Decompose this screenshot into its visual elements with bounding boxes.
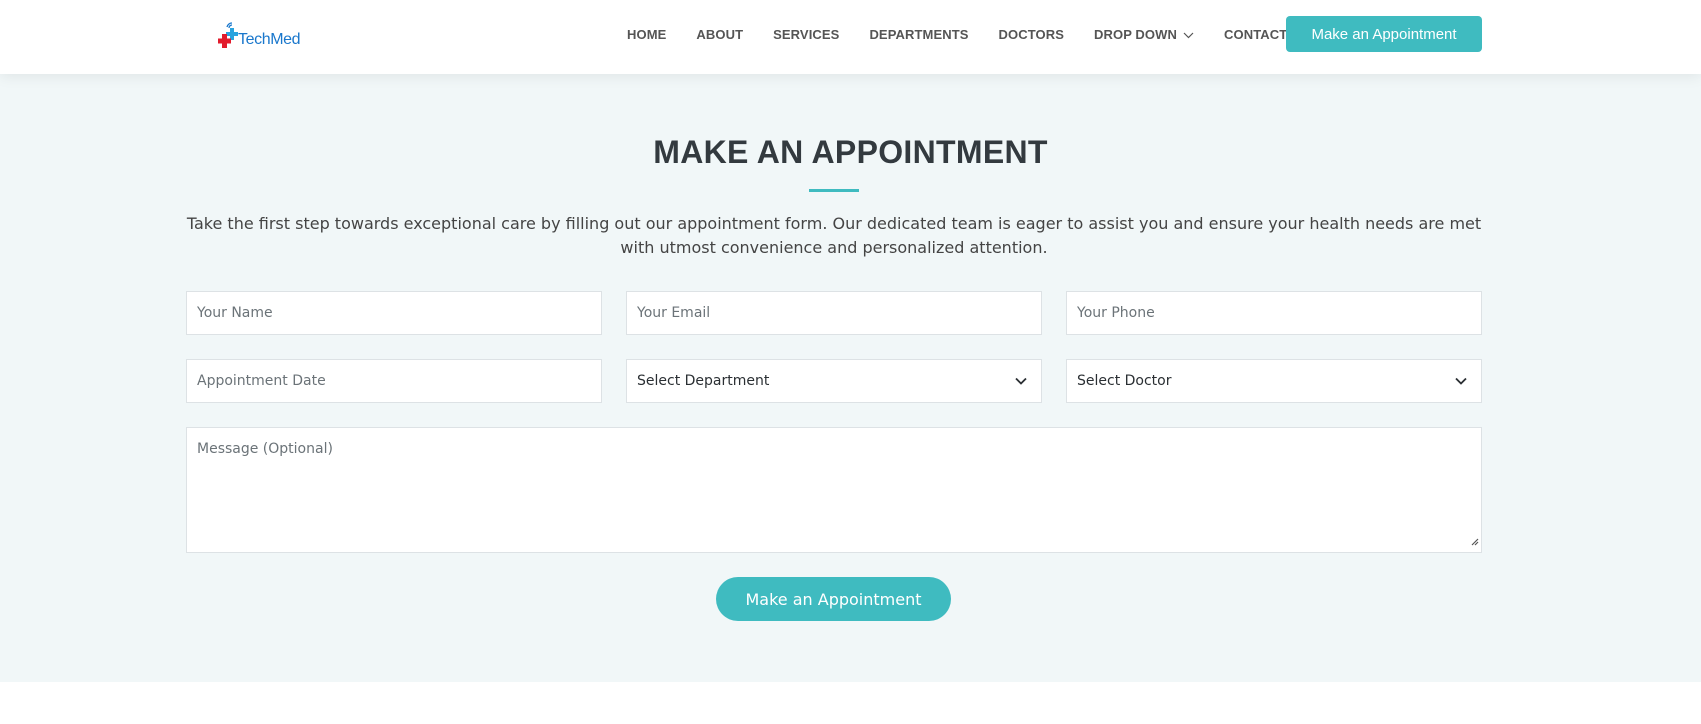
nav-contact[interactable]: CONTACT bbox=[1224, 27, 1287, 42]
chevron-down-icon bbox=[1015, 373, 1027, 389]
nav-contact-label: CONTACT bbox=[1224, 26, 1288, 42]
appointment-section: MAKE AN APPOINTMENT Take the first step … bbox=[0, 68, 1701, 682]
nav-departments[interactable]: DEPARTMENTS bbox=[869, 27, 968, 42]
chevron-down-icon bbox=[1183, 27, 1194, 42]
nav-doctors-label: DOCTORS bbox=[998, 26, 1064, 42]
appointment-date-input[interactable]: Appointment Date bbox=[186, 359, 602, 403]
nav-departments-label: DEPARTMENTS bbox=[869, 26, 969, 42]
nav-services[interactable]: SERVICES bbox=[773, 27, 839, 42]
message-placeholder: Message (Optional) bbox=[197, 441, 333, 457]
logo[interactable]: TechMed bbox=[218, 18, 301, 50]
doctor-select-value: Select Doctor bbox=[1077, 373, 1172, 389]
section-title: MAKE AN APPOINTMENT bbox=[653, 134, 1048, 170]
message-textarea[interactable]: Message (Optional) bbox=[186, 427, 1482, 553]
logo-text: TechMed bbox=[238, 31, 301, 48]
nav-about-label: ABOUT bbox=[696, 26, 744, 42]
header-appointment-button[interactable]: Make an Appointment bbox=[1286, 16, 1482, 52]
section-description: Take the first step towards exceptional … bbox=[186, 214, 1482, 257]
nav-doctors[interactable]: DOCTORS bbox=[999, 27, 1064, 42]
email-input-placeholder: Your Email bbox=[637, 305, 711, 321]
nav-drop-down-label: DROP DOWN bbox=[1094, 26, 1177, 42]
main-nav: HOME ABOUT SERVICES DEPARTMENTS DOCTORS … bbox=[627, 0, 1317, 68]
title-underline bbox=[809, 189, 859, 192]
name-input[interactable]: Your Name bbox=[186, 291, 602, 335]
nav-drop-down[interactable]: DROP DOWN bbox=[1094, 27, 1194, 42]
chevron-down-icon bbox=[1455, 373, 1467, 389]
name-input-placeholder: Your Name bbox=[197, 305, 273, 321]
doctor-select[interactable]: Select Doctor bbox=[1066, 359, 1482, 403]
medical-cross-logo-icon bbox=[218, 22, 238, 48]
nav-services-label: SERVICES bbox=[773, 26, 840, 42]
resize-handle-icon[interactable] bbox=[1469, 534, 1479, 550]
department-select-value: Select Department bbox=[637, 373, 770, 389]
department-select[interactable]: Select Department bbox=[626, 359, 1042, 403]
site-header: TechMed HOME ABOUT SERVICES DEPARTMENTS … bbox=[0, 0, 1701, 74]
nav-about[interactable]: ABOUT bbox=[696, 27, 743, 42]
submit-appointment-button[interactable]: Make an Appointment bbox=[716, 577, 951, 621]
phone-input-placeholder: Your Phone bbox=[1077, 305, 1155, 321]
email-input[interactable]: Your Email bbox=[626, 291, 1042, 335]
appointment-date-placeholder: Appointment Date bbox=[197, 373, 326, 389]
phone-input[interactable]: Your Phone bbox=[1066, 291, 1482, 335]
nav-home[interactable]: HOME bbox=[627, 27, 666, 42]
nav-home-label: HOME bbox=[627, 26, 667, 42]
